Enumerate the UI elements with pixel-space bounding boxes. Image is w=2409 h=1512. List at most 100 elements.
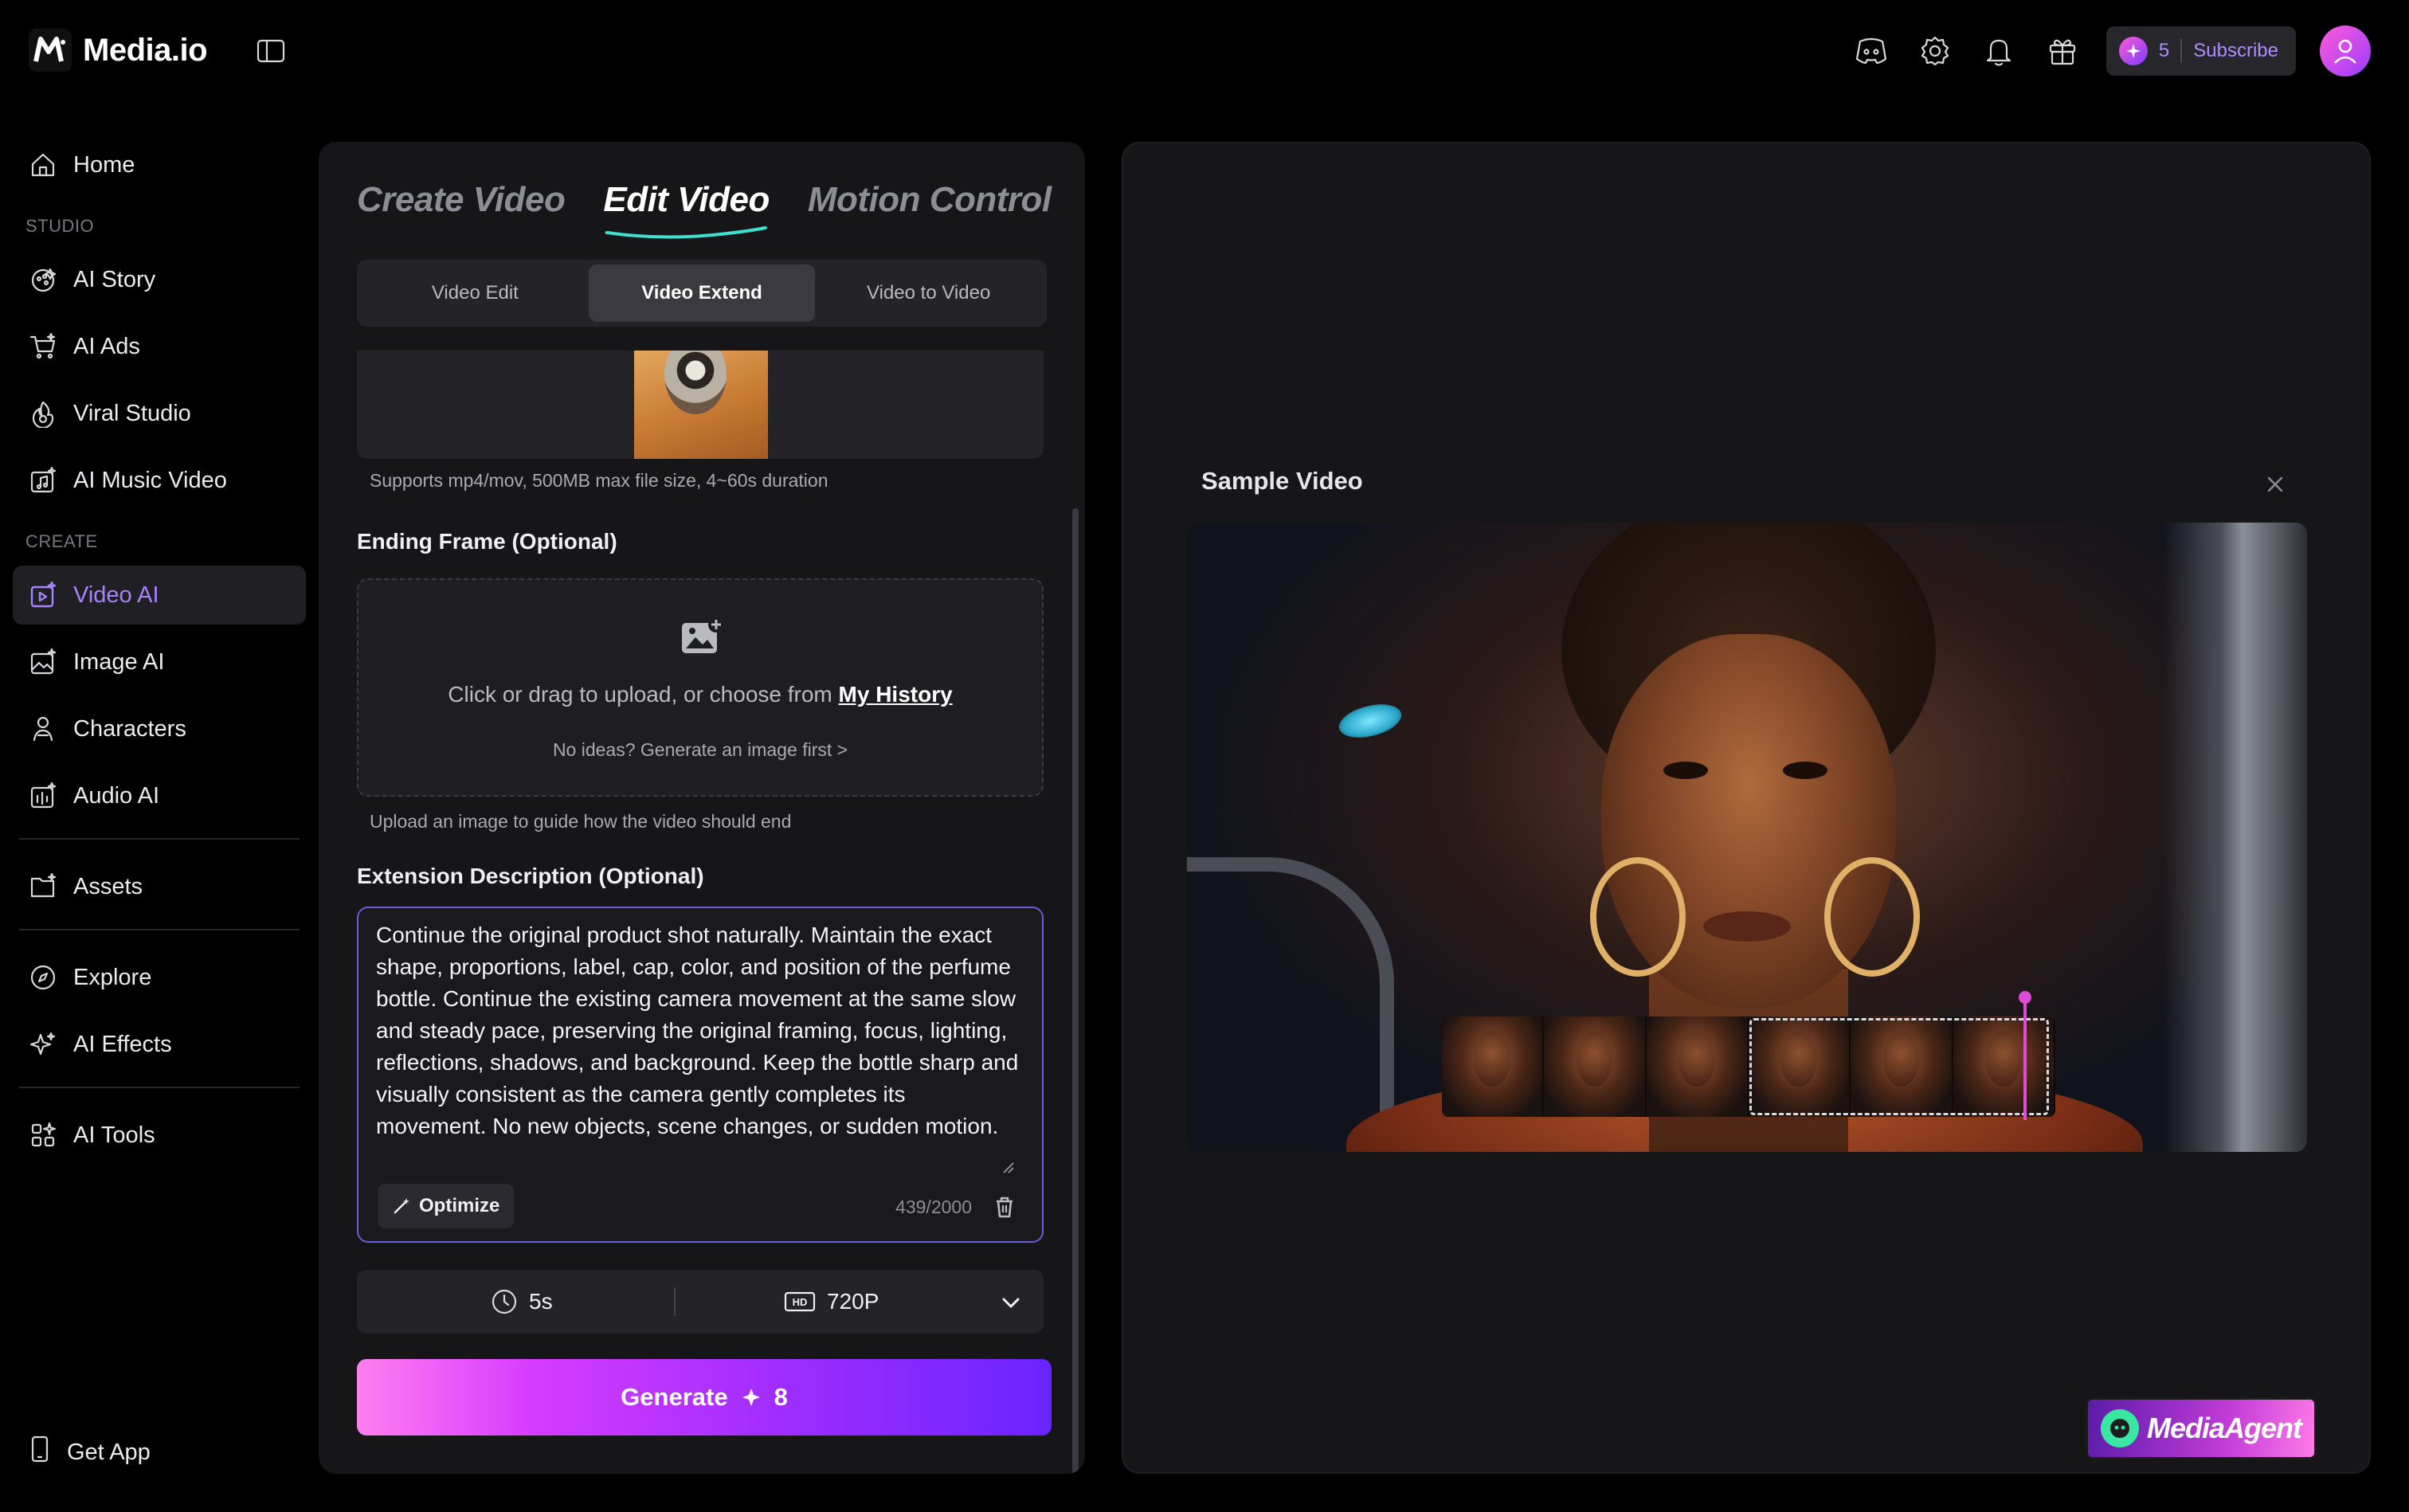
- music-video-icon: [27, 464, 59, 496]
- duration-value: 5s: [529, 1289, 553, 1314]
- ending-frame-dropzone[interactable]: Click or drag to upload, or choose from …: [357, 578, 1044, 797]
- extension-selection-range[interactable]: [1749, 1018, 2049, 1115]
- perfume-bottle-image: [664, 351, 727, 414]
- app-logo[interactable]: Media.io: [29, 29, 208, 72]
- gift-icon[interactable]: [2043, 31, 2082, 71]
- sidebar-item-ai-effects[interactable]: AI Effects: [13, 1015, 306, 1074]
- discord-icon[interactable]: [1851, 31, 1891, 71]
- sidebar-item-assets[interactable]: Assets: [13, 857, 306, 916]
- resize-handle-icon[interactable]: [999, 1158, 1015, 1174]
- shopping-cart-icon: [27, 331, 59, 362]
- generation-settings[interactable]: 5s HD 720P: [357, 1270, 1044, 1334]
- my-history-link[interactable]: My History: [839, 682, 953, 707]
- sidebar-item-image-ai[interactable]: Image AI: [13, 633, 306, 691]
- quality-value: 720P: [827, 1289, 879, 1314]
- optimize-button[interactable]: Optimize: [378, 1184, 515, 1228]
- video-scene-earring: [1590, 857, 1686, 977]
- tab-edit-video[interactable]: Edit Video: [603, 180, 770, 239]
- assets-icon: [27, 871, 59, 903]
- dropzone-text: Click or drag to upload, or choose from …: [358, 682, 1042, 707]
- sidebar-item-viral-studio[interactable]: Viral Studio: [13, 384, 306, 443]
- sidebar-divider: [19, 929, 300, 930]
- magic-wand-icon: [394, 1198, 409, 1214]
- video-scene-window-left: [1187, 857, 1394, 1152]
- sidebar-divider: [19, 1087, 300, 1088]
- get-app-label: Get App: [67, 1439, 151, 1465]
- upload-hint: Supports mp4/mov, 500MB max file size, 4…: [370, 470, 828, 491]
- sidebar-item-audio-ai[interactable]: Audio AI: [13, 766, 306, 825]
- extension-description-label: Extension Description (Optional): [357, 864, 704, 888]
- chevron-down-icon[interactable]: [999, 1291, 1023, 1314]
- playhead-handle[interactable]: [2019, 991, 2031, 1004]
- character-count: 439/2000: [895, 1197, 972, 1217]
- close-icon[interactable]: [2264, 473, 2286, 496]
- media-agent-icon: [2101, 1409, 2139, 1447]
- sample-video-player[interactable]: [1187, 523, 2307, 1152]
- home-icon: [27, 149, 59, 181]
- quality-setting[interactable]: HD 720P: [784, 1289, 879, 1314]
- generate-image-first-link[interactable]: No ideas? Generate an image first >: [358, 739, 1042, 761]
- active-tab-underline: [605, 226, 768, 239]
- tools-grid-icon: [27, 1119, 59, 1151]
- sidebar-item-label: Audio AI: [73, 782, 160, 809]
- get-app-button[interactable]: Get App: [27, 1434, 151, 1471]
- sub-tabs: Video Edit Video Extend Video to Video: [357, 260, 1047, 327]
- sidebar-item-label: Home: [73, 151, 135, 178]
- trash-icon[interactable]: [991, 1193, 1018, 1220]
- tab-edit-video-label: Edit Video: [603, 180, 770, 219]
- uploaded-video-area[interactable]: [357, 351, 1044, 459]
- panel-scrollbar[interactable]: [1072, 508, 1079, 1474]
- compass-icon: [27, 962, 59, 993]
- duration-setting[interactable]: 5s: [491, 1288, 553, 1315]
- timeline-playhead[interactable]: [2023, 997, 2027, 1120]
- user-avatar-icon[interactable]: [2320, 25, 2371, 76]
- sidebar-item-label: Characters: [73, 715, 186, 742]
- app-name: Media.io: [83, 32, 208, 68]
- credit-count: 5: [2158, 40, 2170, 61]
- sidebar-item-explore[interactable]: Explore: [13, 948, 306, 1007]
- video-scene-light: [1335, 698, 1405, 744]
- sidebar-item-label: Video AI: [73, 582, 159, 608]
- video-scene-lips: [1703, 911, 1791, 942]
- sidebar-item-label: Assets: [73, 873, 143, 899]
- tab-create-video[interactable]: Create Video: [357, 180, 566, 220]
- settings-gear-icon[interactable]: [1915, 31, 1955, 71]
- generate-button[interactable]: Generate 8: [357, 1359, 1052, 1436]
- topbar-actions: 5 Subscribe: [1851, 25, 2371, 76]
- subtab-video-to-video[interactable]: Video to Video: [815, 264, 1042, 322]
- notification-bell-icon[interactable]: [1979, 31, 2019, 71]
- add-image-icon: [680, 617, 724, 656]
- extension-description-input[interactable]: Continue the original product shot natur…: [376, 919, 1021, 1185]
- uploaded-video-thumbnail[interactable]: [634, 351, 768, 459]
- mode-tabs: Create Video Edit Video Motion Control: [357, 180, 1052, 239]
- sidebar-item-ai-story[interactable]: AI Story: [13, 250, 306, 309]
- subtab-video-edit[interactable]: Video Edit: [362, 264, 589, 322]
- sidebar-item-home[interactable]: Home: [13, 135, 306, 194]
- video-scene-eye: [1663, 762, 1708, 779]
- sidebar-item-ai-ads[interactable]: AI Ads: [13, 317, 306, 376]
- media-agent-button[interactable]: MediaAgent: [2086, 1397, 2317, 1459]
- sidebar-section-create: CREATE: [25, 531, 98, 551]
- credit-separator: [2180, 39, 2183, 63]
- sidebar-item-ai-music-video[interactable]: AI Music Video: [13, 451, 306, 510]
- credit-diamond-icon: [742, 1389, 760, 1406]
- filmstrip-frame: [1646, 1016, 1749, 1117]
- credits-subscribe-pill[interactable]: 5 Subscribe: [2105, 26, 2296, 76]
- sidebar-item-characters[interactable]: Characters: [13, 699, 306, 758]
- subtab-video-extend[interactable]: Video Extend: [588, 264, 816, 322]
- video-scene-window: [2164, 523, 2307, 1152]
- dropzone-instruction: Click or drag to upload, or choose from: [448, 682, 832, 707]
- sidebar-toggle-icon[interactable]: [253, 35, 292, 70]
- tab-motion-control[interactable]: Motion Control: [808, 180, 1052, 220]
- edit-panel: Create Video Edit Video Motion Control V…: [319, 142, 1085, 1474]
- subscribe-link[interactable]: Subscribe: [2193, 40, 2278, 62]
- sidebar-item-video-ai[interactable]: Video AI: [13, 566, 306, 625]
- settings-separator: [674, 1287, 676, 1316]
- generate-cost: 8: [774, 1383, 788, 1411]
- sidebar-item-label: AI Tools: [73, 1122, 155, 1148]
- sidebar-nav: Home STUDIO AI Story AI Ads Viral Studio…: [13, 135, 306, 1173]
- sidebar-item-ai-tools[interactable]: AI Tools: [13, 1106, 306, 1165]
- preview-panel: Sample Video MediaAgent: [1122, 142, 2371, 1474]
- video-ai-icon: [27, 579, 59, 611]
- sidebar-divider: [19, 838, 300, 840]
